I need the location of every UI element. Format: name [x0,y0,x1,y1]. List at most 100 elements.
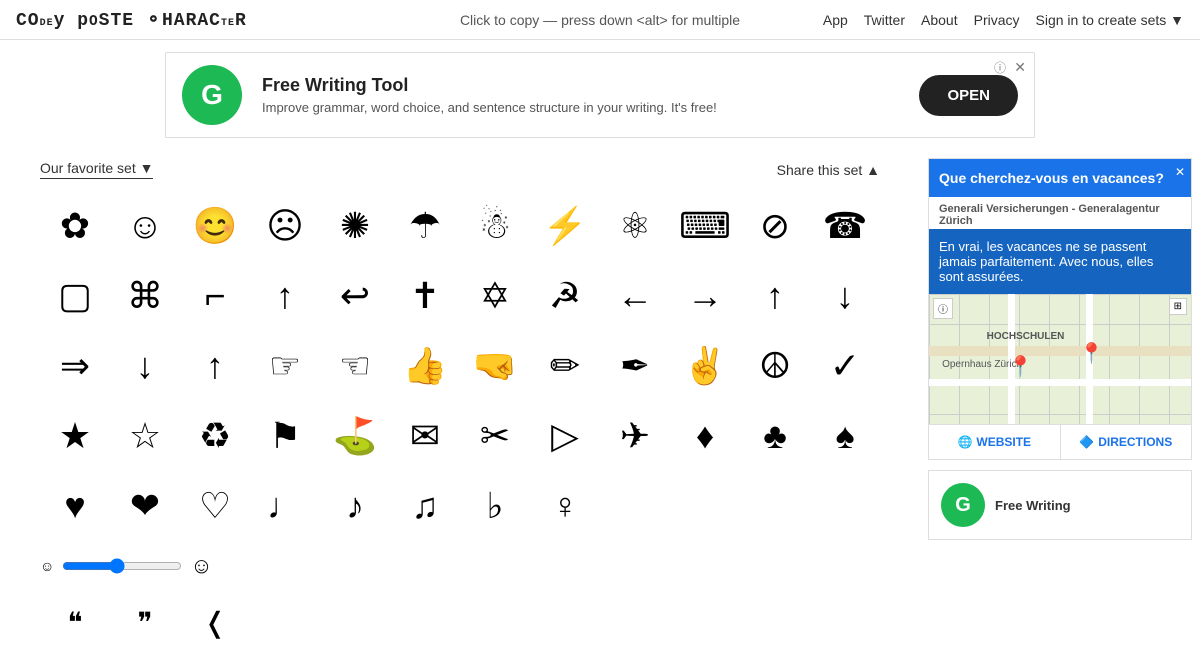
char-heart-outline[interactable]: ♡ [180,471,250,541]
nav-about-link[interactable]: About [921,12,958,28]
char-hammer-sickle[interactable]: ☭ [530,261,600,331]
char-thumbs-up[interactable]: 👍 [390,331,460,401]
char-note1[interactable]: ♩ [250,471,320,541]
char-point-right[interactable]: ☞ [250,331,320,401]
sidebar-ad-close-icon[interactable]: ✕ [1175,165,1185,179]
sidebar-ad2-title: Free Writing [995,498,1071,513]
sidebar-ad-company: Generali Versicherungen - Generalagentur… [929,197,1191,229]
sidebar-map: HOCHSCHULEN Opernhaus Zürich 📍 📍 ⊞ ⓘ [929,294,1191,424]
main-area: Our favorite set ▼ Share this set ▲ ✿ ☺ … [0,150,1200,657]
char-left-arrow[interactable]: ← [600,261,670,331]
header-nav: App Twitter About Privacy Sign in to cre… [823,12,1184,28]
sidebar-website-button[interactable]: 🌐 WEBSITE [929,425,1061,459]
char-frown[interactable]: ☹ [250,191,320,261]
nav-privacy-link[interactable]: Privacy [974,12,1020,28]
char-flag-filled[interactable]: ⚑ [250,401,320,471]
char-emoji-smile[interactable]: 😊 [180,191,250,261]
char-up-arrow2[interactable]: ↑ [740,261,810,331]
characters-grid: ✿ ☺ 😊 ☹ ✺ ☂ ☃ ⚡ ⚛ ⌨ ⊘ ☎ ▢ ⌘ ⌐ ↑ ↩ ✝ ✡ ☭ … [40,191,880,541]
char-keyboard[interactable]: ⌨ [670,191,740,261]
char-heart-black[interactable]: ❤ [110,471,180,541]
char-peace[interactable]: ☮ [740,331,810,401]
char-return[interactable]: ↩ [320,261,390,331]
sidebar-ad-header: Que cherchez-vous en vacances? ✕ [929,159,1191,197]
nav-twitter-link[interactable]: Twitter [864,12,905,28]
char-right-arrow[interactable]: → [670,261,740,331]
ad-banner: G Free Writing Tool Improve grammar, wor… [165,52,1035,138]
char-club[interactable]: ♣ [740,401,810,471]
char-sun[interactable]: ✺ [320,191,390,261]
char-umbrella[interactable]: ☂ [390,191,460,261]
share-set-button[interactable]: Share this set ▲ [777,162,880,178]
char-square[interactable]: ▢ [40,261,110,331]
char-victory[interactable]: ✌ [670,331,740,401]
char-note3[interactable]: ♫ [390,471,460,541]
char-play[interactable]: ▷ [530,401,600,471]
ad-close-icon[interactable]: ✕ [1014,59,1026,76]
site-logo: COdey pOSTE ⚬HARACteR [16,9,247,31]
char-star-outline[interactable]: ☆ [110,401,180,471]
controls-bar: Our favorite set ▼ Share this set ▲ [40,160,880,179]
favorite-set-button[interactable]: Our favorite set ▼ [40,160,153,179]
sidebar-directions-button[interactable]: 🔷 DIRECTIONS [1061,425,1192,459]
char-spade[interactable]: ♠ [810,401,880,471]
nav-signin-link[interactable]: Sign in to create sets ▼ [1036,12,1184,28]
char-female[interactable]: ♀ [530,471,600,541]
ad-title: Free Writing Tool [262,75,717,96]
char-command[interactable]: ⌘ [110,261,180,331]
sidebar-ad-description: En vrai, les vacances ne se passent jama… [929,229,1191,294]
header: COdey pOSTE ⚬HARACteR Click to copy — pr… [0,0,1200,40]
header-tagline: Click to copy — press down <alt> for mul… [460,12,740,28]
char-heart-suit[interactable]: ♥ [40,471,110,541]
char-plane[interactable]: ✈ [600,401,670,471]
char-flag-outline[interactable]: ⛳ [320,401,390,471]
slider-min-emoji: ☺ [40,558,54,574]
char-down-arrow[interactable]: ↓ [810,261,880,331]
ad-text: Free Writing Tool Improve grammar, word … [262,75,717,115]
size-slider-input[interactable] [62,558,182,574]
nav-app-link[interactable]: App [823,12,848,28]
map-expand-icon[interactable]: ⊞ [1169,298,1187,315]
char-up-arrow[interactable]: ↑ [250,261,320,331]
char-star-david[interactable]: ✡ [460,261,530,331]
char-lightning[interactable]: ⚡ [530,191,600,261]
map-info-icon[interactable]: ⓘ [933,298,953,319]
char-not[interactable]: ⌐ [180,261,250,331]
char-telephone[interactable]: ☎ [810,191,880,261]
size-slider-area: ☺ ☺ [40,549,880,583]
char-snowman[interactable]: ☃ [460,191,530,261]
char-pen[interactable]: ✒ [600,331,670,401]
char-flower[interactable]: ✿ [40,191,110,261]
char-point-left[interactable]: ☜ [320,331,390,401]
char-atom[interactable]: ⚛ [600,191,670,261]
ad-open-button[interactable]: OPEN [919,75,1018,116]
char-quote-open[interactable]: ❝ [40,587,110,657]
char-star-filled[interactable]: ★ [40,401,110,471]
char-slash-circle[interactable]: ⊘ [740,191,810,261]
sidebar-ad-question: Que cherchez-vous en vacances? [939,169,1181,187]
directions-icon: 🔷 [1079,435,1094,449]
char-double-right[interactable]: ⇒ [40,331,110,401]
char-flat[interactable]: ♭ [460,471,530,541]
sidebar-ad-1: Que cherchez-vous en vacances? ✕ General… [928,158,1192,460]
website-globe-icon: 🌐 [957,435,972,449]
sidebar: Que cherchez-vous en vacances? ✕ General… [920,150,1200,657]
char-recycle[interactable]: ♻ [180,401,250,471]
bottom-chars-row: ❝ ❞ ❬ [40,587,880,657]
char-pencil[interactable]: ✏ [530,331,600,401]
char-scissors[interactable]: ✂ [460,401,530,471]
char-envelope[interactable]: ✉ [390,401,460,471]
char-diamond[interactable]: ♦ [670,401,740,471]
char-quote-close[interactable]: ❞ [110,587,180,657]
ad-logo: G [182,65,242,125]
char-note2[interactable]: ♪ [320,471,390,541]
char-angle-bracket[interactable]: ❬ [180,587,250,657]
ad-info-icon[interactable]: ⓘ [994,59,1006,76]
char-down-arrow2[interactable]: ↓ [110,331,180,401]
char-up-arrow3[interactable]: ↑ [180,331,250,401]
char-fist[interactable]: 🤜 [460,331,530,401]
char-cross[interactable]: ✝ [390,261,460,331]
char-smiley[interactable]: ☺ [110,191,180,261]
char-checkmark[interactable]: ✓ [810,331,880,401]
sidebar-ad-2: G Free Writing [928,470,1192,540]
